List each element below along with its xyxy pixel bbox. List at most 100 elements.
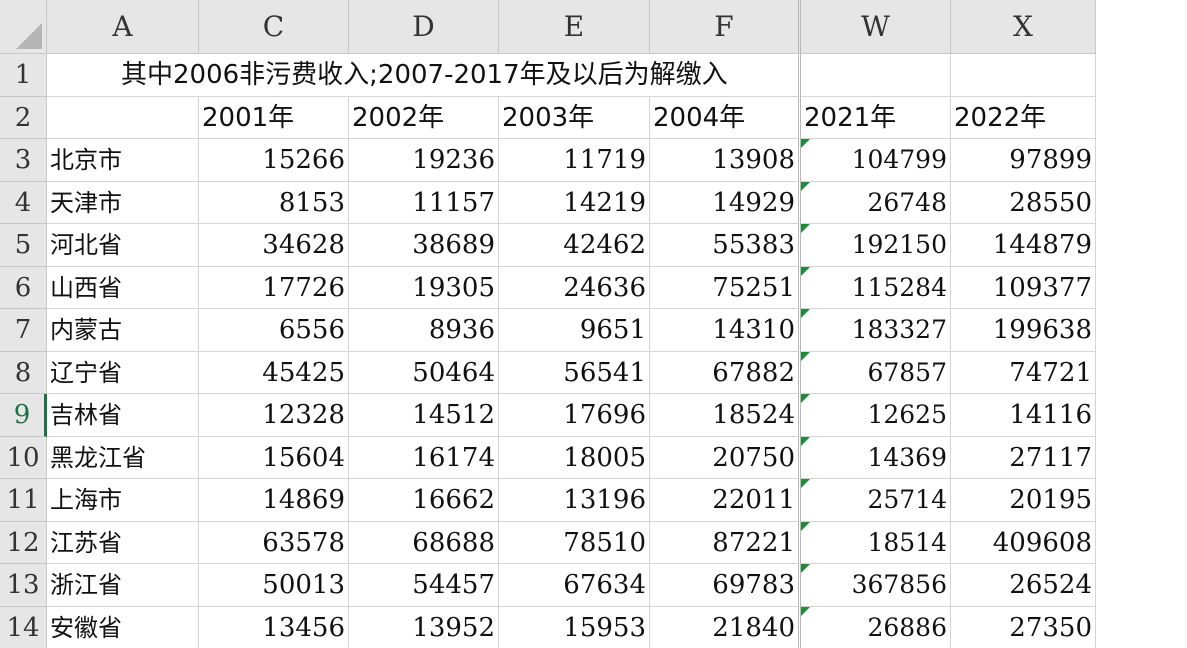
- value-cell[interactable]: 19236: [349, 139, 499, 182]
- value-cell[interactable]: 18514: [801, 521, 951, 564]
- year-header-cell[interactable]: 2021年: [801, 96, 951, 139]
- value-cell[interactable]: 54457: [349, 564, 499, 607]
- value-cell[interactable]: 17696: [499, 394, 650, 437]
- value-cell[interactable]: 13196: [499, 479, 650, 522]
- select-all-corner[interactable]: [0, 0, 47, 54]
- value-cell[interactable]: 6556: [199, 309, 349, 352]
- column-header-c[interactable]: C: [199, 0, 349, 54]
- year-header-cell[interactable]: 2022年: [951, 96, 1096, 139]
- value-cell[interactable]: 45425: [199, 351, 349, 394]
- value-cell[interactable]: 13952: [349, 606, 499, 648]
- value-cell[interactable]: 8153: [199, 181, 349, 224]
- value-cell[interactable]: 14512: [349, 394, 499, 437]
- value-cell[interactable]: 38689: [349, 224, 499, 267]
- value-cell[interactable]: 19305: [349, 266, 499, 309]
- value-cell[interactable]: 14219: [499, 181, 650, 224]
- value-cell[interactable]: 15953: [499, 606, 650, 648]
- value-cell[interactable]: 67857: [801, 351, 951, 394]
- column-header-a[interactable]: A: [47, 0, 199, 54]
- row-header-1[interactable]: 1: [0, 54, 47, 97]
- value-cell[interactable]: 50013: [199, 564, 349, 607]
- value-cell[interactable]: 27117: [951, 436, 1096, 479]
- value-cell[interactable]: 13456: [199, 606, 349, 648]
- province-cell[interactable]: 江苏省: [47, 521, 199, 564]
- row-header-4[interactable]: 4: [0, 181, 47, 224]
- value-cell[interactable]: 367856: [801, 564, 951, 607]
- row-header-6[interactable]: 6: [0, 266, 47, 309]
- value-cell[interactable]: 12625: [801, 394, 951, 437]
- value-cell[interactable]: 26748: [801, 181, 951, 224]
- value-cell[interactable]: 12328: [199, 394, 349, 437]
- column-header-f[interactable]: F: [650, 0, 801, 54]
- row-header-11[interactable]: 11: [0, 479, 47, 522]
- row-header-13[interactable]: 13: [0, 564, 47, 607]
- value-cell[interactable]: 16174: [349, 436, 499, 479]
- value-cell[interactable]: 9651: [499, 309, 650, 352]
- value-cell[interactable]: 20195: [951, 479, 1096, 522]
- column-header-d[interactable]: D: [349, 0, 499, 54]
- value-cell[interactable]: 192150: [801, 224, 951, 267]
- value-cell[interactable]: 78510: [499, 521, 650, 564]
- row-header-3[interactable]: 3: [0, 139, 47, 182]
- value-cell[interactable]: 18005: [499, 436, 650, 479]
- province-cell[interactable]: 黑龙江省: [47, 436, 199, 479]
- column-header-w[interactable]: W: [801, 0, 951, 54]
- province-cell[interactable]: 河北省: [47, 224, 199, 267]
- value-cell[interactable]: 14310: [650, 309, 801, 352]
- row-header-12[interactable]: 12: [0, 521, 47, 564]
- province-cell[interactable]: 安徽省: [47, 606, 199, 648]
- value-cell[interactable]: 74721: [951, 351, 1096, 394]
- province-cell[interactable]: 辽宁省: [47, 351, 199, 394]
- value-cell[interactable]: 17726: [199, 266, 349, 309]
- row-header-2[interactable]: 2: [0, 96, 47, 139]
- value-cell[interactable]: 14369: [801, 436, 951, 479]
- value-cell[interactable]: 22011: [650, 479, 801, 522]
- value-cell[interactable]: 15604: [199, 436, 349, 479]
- value-cell[interactable]: 15266: [199, 139, 349, 182]
- value-cell[interactable]: 14869: [199, 479, 349, 522]
- value-cell[interactable]: 11157: [349, 181, 499, 224]
- value-cell[interactable]: 115284: [801, 266, 951, 309]
- value-cell[interactable]: 16662: [349, 479, 499, 522]
- province-cell[interactable]: 天津市: [47, 181, 199, 224]
- value-cell[interactable]: 14116: [951, 394, 1096, 437]
- cell-r1-w[interactable]: [801, 54, 951, 97]
- row-header-14[interactable]: 14: [0, 606, 47, 648]
- province-cell[interactable]: 北京市: [47, 139, 199, 182]
- year-header-cell[interactable]: 2002年: [349, 96, 499, 139]
- province-cell[interactable]: 上海市: [47, 479, 199, 522]
- value-cell[interactable]: 55383: [650, 224, 801, 267]
- column-header-e[interactable]: E: [499, 0, 650, 54]
- column-header-x[interactable]: X: [951, 0, 1096, 54]
- value-cell[interactable]: 409608: [951, 521, 1096, 564]
- year-header-cell[interactable]: 2003年: [499, 96, 650, 139]
- value-cell[interactable]: 67882: [650, 351, 801, 394]
- province-cell[interactable]: 吉林省: [47, 394, 199, 437]
- value-cell[interactable]: 26524: [951, 564, 1096, 607]
- year-header-cell[interactable]: 2004年: [650, 96, 801, 139]
- value-cell[interactable]: 21840: [650, 606, 801, 648]
- row-header-5[interactable]: 5: [0, 224, 47, 267]
- value-cell[interactable]: 199638: [951, 309, 1096, 352]
- value-cell[interactable]: 42462: [499, 224, 650, 267]
- value-cell[interactable]: 87221: [650, 521, 801, 564]
- province-cell[interactable]: 山西省: [47, 266, 199, 309]
- value-cell[interactable]: 34628: [199, 224, 349, 267]
- value-cell[interactable]: 63578: [199, 521, 349, 564]
- value-cell[interactable]: 68688: [349, 521, 499, 564]
- value-cell[interactable]: 14929: [650, 181, 801, 224]
- row-header-8[interactable]: 8: [0, 351, 47, 394]
- value-cell[interactable]: 183327: [801, 309, 951, 352]
- value-cell[interactable]: 28550: [951, 181, 1096, 224]
- year-header-cell[interactable]: 2001年: [199, 96, 349, 139]
- value-cell[interactable]: 50464: [349, 351, 499, 394]
- cell-r1-x[interactable]: [951, 54, 1096, 97]
- value-cell[interactable]: 75251: [650, 266, 801, 309]
- value-cell[interactable]: 11719: [499, 139, 650, 182]
- province-cell[interactable]: 浙江省: [47, 564, 199, 607]
- row-header-7[interactable]: 7: [0, 309, 47, 352]
- province-cell[interactable]: 内蒙古: [47, 309, 199, 352]
- value-cell[interactable]: 13908: [650, 139, 801, 182]
- row-header-10[interactable]: 10: [0, 436, 47, 479]
- value-cell[interactable]: 104799: [801, 139, 951, 182]
